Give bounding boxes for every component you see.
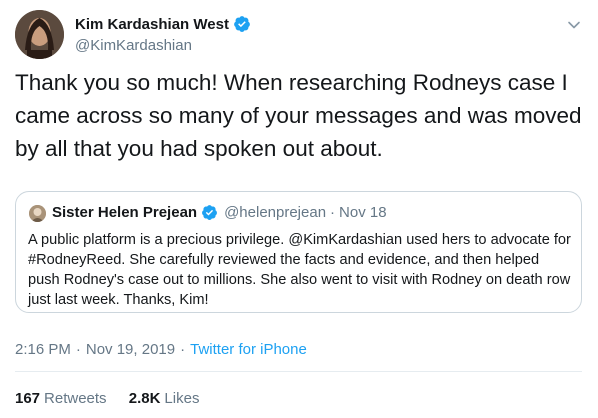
quoted-author-avatar[interactable] bbox=[29, 205, 46, 222]
retweets-count: 167 bbox=[15, 390, 41, 407]
author-display-name[interactable]: Kim Kardashian West bbox=[75, 16, 229, 33]
verified-badge-icon bbox=[233, 15, 251, 33]
retweets-stat[interactable]: 167 Retweets bbox=[15, 390, 107, 407]
quoted-tweet-date[interactable]: Nov 18 bbox=[339, 204, 387, 221]
tweet-source-link[interactable]: Twitter for iPhone bbox=[190, 341, 307, 358]
likes-label: Likes bbox=[164, 390, 200, 407]
author-avatar[interactable] bbox=[15, 10, 64, 59]
quoted-tweet-header: Sister Helen Prejean @helenprejean · Nov… bbox=[52, 204, 387, 221]
divider bbox=[15, 371, 582, 372]
tweet-card: Kim Kardashian West @KimKardashian Thank… bbox=[0, 0, 598, 418]
likes-stat[interactable]: 2.8K Likes bbox=[129, 390, 200, 407]
tweet-time[interactable]: 2:16 PM bbox=[15, 341, 71, 358]
tweet-stats: 167 Retweets 2.8K Likes bbox=[15, 390, 217, 407]
quoted-author-display-name[interactable]: Sister Helen Prejean bbox=[52, 204, 197, 221]
meta-separator: · bbox=[75, 341, 81, 358]
author-handle[interactable]: @KimKardashian bbox=[75, 37, 192, 54]
quoted-tweet[interactable]: Sister Helen Prejean @helenprejean · Nov… bbox=[15, 191, 582, 313]
retweets-label: Retweets bbox=[44, 390, 107, 407]
tweet-text: Thank you so much! When researching Rodn… bbox=[15, 70, 582, 161]
meta-separator-2: · bbox=[180, 341, 186, 358]
verified-badge-icon bbox=[201, 204, 218, 221]
chevron-down-icon[interactable] bbox=[566, 17, 582, 33]
quoted-separator: · bbox=[330, 204, 336, 221]
quoted-tweet-text: A public platform is a precious privileg… bbox=[28, 232, 571, 308]
author-name-row[interactable]: Kim Kardashian West bbox=[75, 15, 251, 33]
quoted-author-handle[interactable]: @helenprejean bbox=[224, 204, 326, 221]
tweet-meta: 2:16 PM · Nov 19, 2019 · Twitter for iPhone bbox=[15, 341, 307, 358]
tweet-date[interactable]: Nov 19, 2019 bbox=[86, 341, 175, 358]
likes-count: 2.8K bbox=[128, 390, 161, 407]
